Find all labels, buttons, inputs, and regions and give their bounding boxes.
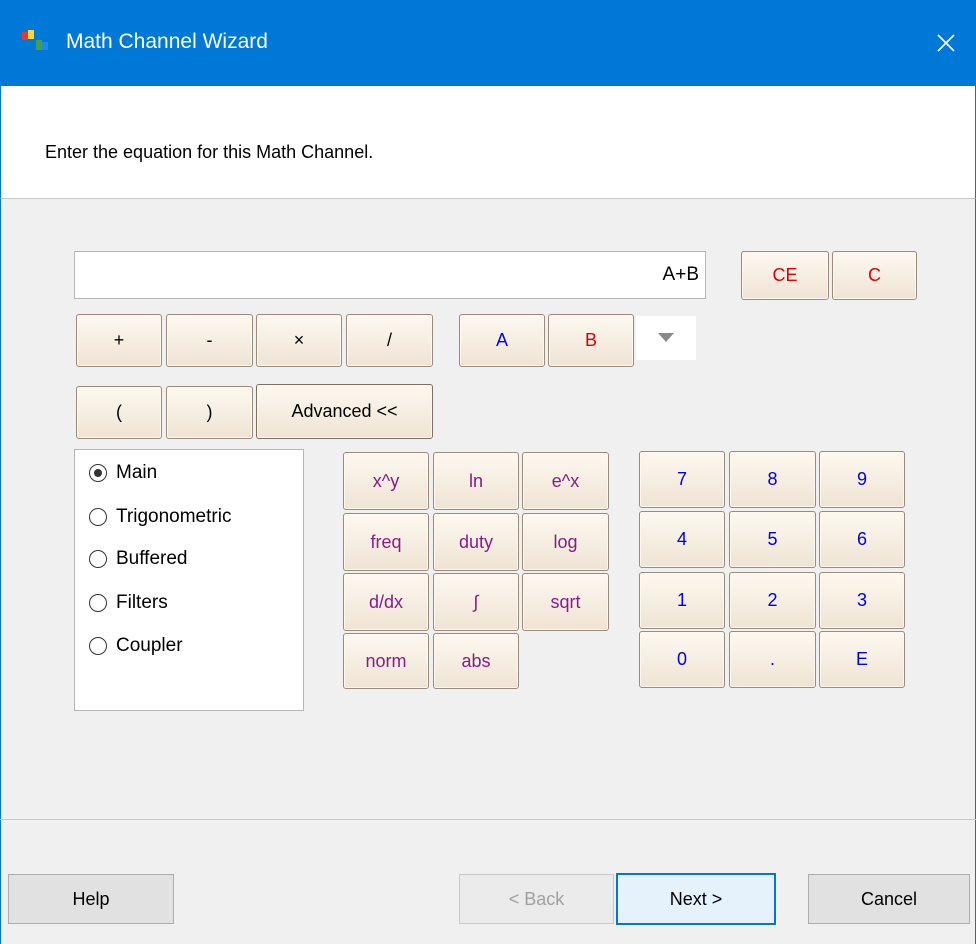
chevron-down-icon [658, 333, 674, 342]
channel-b-button[interactable]: B [548, 314, 634, 367]
minus-button[interactable]: - [166, 314, 253, 367]
category-label: Buffered [116, 548, 188, 569]
category-main-radio[interactable]: Main [89, 462, 157, 484]
back-button[interactable]: < Back [459, 874, 614, 924]
multiply-button[interactable]: × [256, 314, 342, 367]
category-label: Coupler [116, 635, 183, 656]
digit-5-button[interactable]: 5 [729, 511, 816, 568]
app-icon [22, 30, 48, 50]
radio-icon [89, 508, 107, 526]
help-button[interactable]: Help [8, 874, 174, 924]
digit-0-button[interactable]: 0 [639, 631, 725, 688]
digit-6-button[interactable]: 6 [819, 511, 905, 568]
next-button[interactable]: Next > [616, 873, 776, 925]
digit-7-button[interactable]: 7 [639, 451, 725, 508]
radio-icon [89, 594, 107, 612]
radio-checked-icon [89, 464, 107, 482]
equation-value: A+B [662, 264, 699, 285]
category-label: Main [116, 462, 158, 483]
derivative-button[interactable]: d/dx [343, 573, 429, 631]
category-label: Filters [116, 592, 168, 613]
close-paren-button[interactable]: ) [166, 386, 253, 439]
exponent-button[interactable]: E [819, 631, 905, 688]
log-button[interactable]: log [522, 513, 609, 571]
open-paren-button[interactable]: ( [76, 386, 162, 439]
advanced-toggle-button[interactable]: Advanced << [256, 384, 433, 439]
category-coupler-radio[interactable]: Coupler [89, 635, 183, 657]
integral-button[interactable]: ∫ [433, 573, 519, 631]
cancel-button[interactable]: Cancel [808, 874, 970, 924]
freq-button[interactable]: freq [343, 513, 429, 571]
equation-input[interactable]: A+B [74, 251, 706, 299]
category-filters-radio[interactable]: Filters [89, 592, 168, 614]
instruction-text: Enter the equation for this Math Channel… [45, 142, 374, 162]
category-label: Trigonometric [116, 506, 232, 527]
norm-button[interactable]: norm [343, 633, 429, 689]
title-bar: Math Channel Wizard [0, 0, 976, 86]
digit-8-button[interactable]: 8 [729, 451, 816, 508]
category-trigonometric-radio[interactable]: Trigonometric [89, 506, 231, 528]
radio-icon [89, 550, 107, 568]
exp-button[interactable]: e^x [522, 452, 609, 510]
wizard-header: Enter the equation for this Math Channel… [0, 86, 976, 199]
divide-button[interactable]: / [346, 314, 433, 367]
close-icon [937, 34, 955, 52]
channel-dropdown[interactable] [636, 316, 696, 360]
ce-button[interactable]: CE [741, 251, 829, 300]
sqrt-button[interactable]: sqrt [522, 573, 609, 631]
digit-1-button[interactable]: 1 [639, 572, 725, 629]
digit-4-button[interactable]: 4 [639, 511, 725, 568]
radio-icon [89, 637, 107, 655]
channel-a-button[interactable]: A [459, 314, 545, 367]
function-category-list: Main Trigonometric Buffered Filters Coup… [74, 449, 304, 711]
decimal-point-button[interactable]: . [729, 631, 816, 688]
power-button[interactable]: x^y [343, 452, 429, 510]
ln-button[interactable]: ln [433, 452, 519, 510]
footer-separator [0, 819, 976, 820]
digit-3-button[interactable]: 3 [819, 572, 905, 629]
close-button[interactable] [916, 0, 976, 86]
digit-2-button[interactable]: 2 [729, 572, 816, 629]
plus-button[interactable]: + [76, 314, 162, 367]
category-buffered-radio[interactable]: Buffered [89, 548, 187, 570]
c-button[interactable]: C [832, 251, 917, 300]
window-title: Math Channel Wizard [66, 30, 268, 53]
duty-button[interactable]: duty [433, 513, 519, 571]
abs-button[interactable]: abs [433, 633, 519, 689]
digit-9-button[interactable]: 9 [819, 451, 905, 508]
